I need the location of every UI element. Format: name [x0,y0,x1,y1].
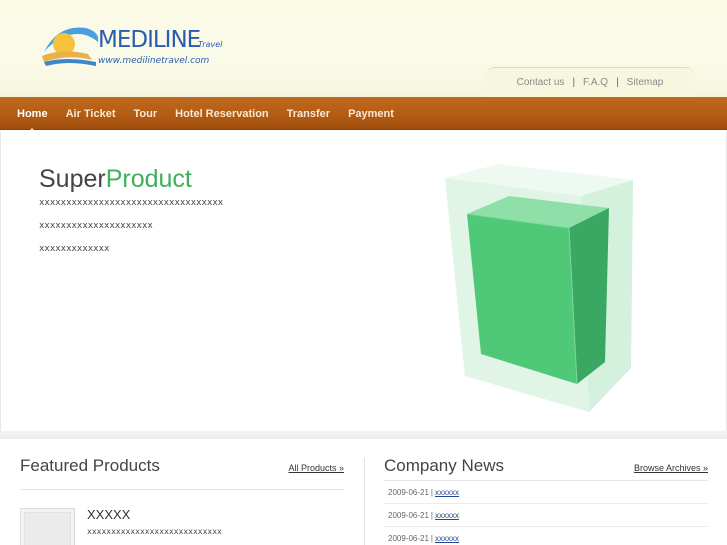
news-link[interactable]: xxxxxx [435,488,459,497]
logo-url: www.medilinetravel.com [98,56,210,66]
hero-title: SuperProduct [39,165,192,194]
contact-us-link[interactable]: Contact us [517,77,565,88]
faq-link[interactable]: F.A.Q [583,77,608,88]
product-box-image [445,164,633,412]
nav-item-air-ticket[interactable]: Air Ticket [66,108,116,120]
logo-subtext: Travel [198,40,223,49]
site-header: MEDILINE Travel www.medilinetravel.com C… [0,0,727,97]
news-link[interactable]: xxxxxx [435,511,459,520]
hero-text-line: xxxxxxxxxxxxxxxxxxxxxxxxxxxxxxxxxx [39,198,224,208]
main-nav: Home Air Ticket Tour Hotel Reservation T… [0,97,727,133]
news-date: 2009-06-21 [388,533,429,543]
nav-item-hotel-reservation[interactable]: Hotel Reservation [175,108,269,120]
nav-item-transfer[interactable]: Transfer [287,108,330,120]
all-products-link[interactable]: All Products » [288,463,344,473]
logo-wordmark: MEDILINE [98,27,201,53]
image-placeholder-icon [24,512,71,545]
nav-item-payment[interactable]: Payment [348,108,394,120]
list-item: 2009-06-21 | xxxxxx [384,481,708,504]
product-thumbnail[interactable] [20,508,75,545]
separator: | [430,533,433,543]
product-description: xxxxxxxxxxxxxxxxxxxxxxxxxxxx [87,527,222,536]
nav-item-tour[interactable]: Tour [134,108,158,120]
separator: | [616,77,619,88]
list-item: 2009-06-21 | xxxxxx [384,504,708,527]
separator: | [430,487,433,497]
browse-archives-link[interactable]: Browse Archives » [634,463,708,473]
hero-text-line: xxxxxxxxxxxxxxxxxxxxx [39,221,153,231]
nav-item-home[interactable]: Home [17,108,48,133]
site-logo[interactable]: MEDILINE Travel www.medilinetravel.com [40,22,225,72]
separator: | [572,77,576,88]
news-list: 2009-06-21 | xxxxxx 2009-06-21 | xxxxxx … [384,481,708,545]
product-name[interactable]: XXXXX [87,507,130,522]
section-divider [0,431,727,439]
hero-text-line: xxxxxxxxxxxxx [39,244,110,254]
news-link[interactable]: xxxxxx [435,534,459,543]
featured-products-section: Featured Products All Products » XXXXX x… [20,456,344,545]
news-date: 2009-06-21 [388,510,429,520]
hero-title-accent: Product [105,165,192,193]
separator: | [430,510,433,520]
list-item: 2009-06-21 | xxxxxx [384,527,708,545]
news-date: 2009-06-21 [388,487,429,497]
hero-title-plain: Super [39,165,106,193]
logo-sun-icon [42,27,99,66]
column-divider [364,458,365,545]
sitemap-link[interactable]: Sitemap [627,77,664,88]
divider [20,489,344,490]
hero-banner: SuperProduct xxxxxxxxxxxxxxxxxxxxxxxxxxx… [0,131,727,431]
top-links: Contact us | F.A.Q | Sitemap [486,67,694,97]
company-news-section: Company News Browse Archives » 2009-06-2… [384,456,708,545]
